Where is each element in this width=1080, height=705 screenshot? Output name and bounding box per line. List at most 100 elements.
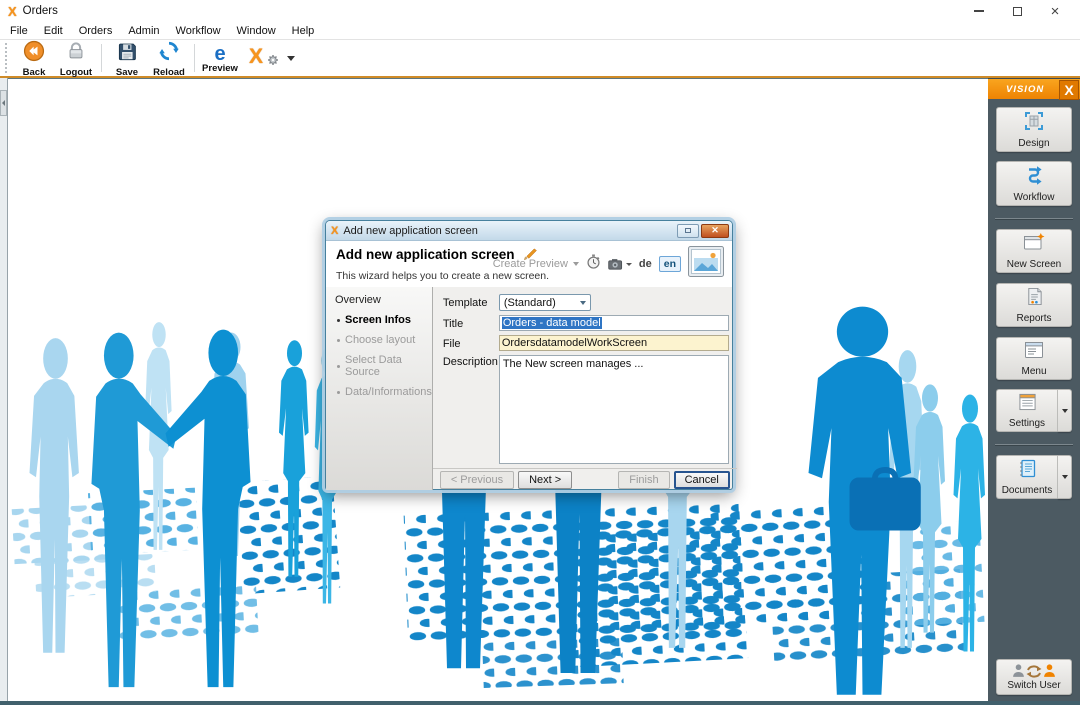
finish-button[interactable]: Finish [618,471,669,489]
window-titlebar: X Orders × [0,0,1080,22]
step-select-data-source[interactable]: Select Data Source [335,354,432,378]
dialog-title: Add new application screen [343,225,478,237]
toolbar-separator [101,44,102,72]
documents-dropdown-caret[interactable] [1058,455,1072,499]
close-button[interactable]: × [1036,0,1074,22]
new-screen-button[interactable]: New Screen [996,229,1072,273]
toolbar-separator [194,44,195,72]
step-screen-infos[interactable]: Screen Infos [335,314,432,326]
camera-dropdown[interactable] [608,258,632,271]
documents-icon [1019,459,1036,483]
menu-orders[interactable]: Orders [71,24,121,38]
step-data-informations[interactable]: Data/Informations [335,386,432,398]
save-floppy-icon [117,41,138,67]
template-label: Template [443,296,499,309]
left-splitter-handle[interactable] [0,90,7,116]
settings-button[interactable]: Settings [996,389,1058,432]
toolbar: Back Logout Save Reload e Preview X [0,40,1080,76]
menu-edit[interactable]: Edit [36,24,71,38]
toolbar-grip[interactable] [5,43,10,73]
chevron-down-icon [626,263,632,266]
dialog-titlebar[interactable]: X Add new application screen ✕ [326,221,732,241]
wizard-steps: Overview Screen Infos Choose layout Sele… [326,287,433,490]
gear-icon [267,53,279,71]
create-preview-dropdown[interactable]: Create Preview [493,258,579,270]
visionx-logo-icon: X [249,45,263,68]
minimize-button[interactable] [960,0,998,22]
sidebar-divider [995,444,1073,445]
file-input[interactable]: OrdersdatamodelWorkScreen [499,335,729,351]
preview-edge-icon: e [214,45,225,63]
description-textarea[interactable]: The New screen manages ... [499,355,729,464]
next-button[interactable]: Next > [518,471,572,489]
menu-icon [1024,341,1044,364]
save-button[interactable]: Save [106,40,148,76]
language-de-button[interactable]: de [639,258,652,270]
window-title: Orders [23,5,58,17]
stopwatch-icon[interactable] [586,254,601,274]
selected-text: Orders - data model [502,317,602,329]
switch-user-button[interactable]: Switch User [996,659,1072,695]
logout-lock-icon [65,40,87,67]
settings-dropdown-caret[interactable] [1058,389,1072,432]
menu-file[interactable]: File [4,24,36,38]
file-label: File [443,337,499,350]
title-label: Title [443,317,499,330]
menu-admin[interactable]: Admin [120,24,167,38]
design-button[interactable]: Design [996,107,1072,152]
back-icon [23,40,45,67]
chevron-down-icon [573,262,579,266]
design-icon [1024,111,1044,136]
side-panel: VISION X Design Workflow New Screen [988,78,1080,701]
dialog-app-icon: X [331,225,338,237]
wizard-footer: < Previous Next > Finish Cancel [433,468,737,490]
dialog-header: Add new application screen This wizard h… [326,241,732,287]
add-screen-dialog: X Add new application screen ✕ Add new a… [325,220,733,490]
steps-header: Overview [335,294,432,306]
workflow-button[interactable]: Workflow [996,161,1072,206]
dialog-close-button[interactable]: ✕ [701,224,729,238]
new-screen-icon [1023,233,1045,257]
description-label: Description [443,355,499,368]
dialog-heading: Add new application screen [336,247,515,262]
menu-help[interactable]: Help [284,24,323,38]
reports-icon [1025,287,1044,311]
settings-icon [1018,393,1037,416]
template-select[interactable]: (Standard) [499,294,591,311]
menu-bar: File Edit Orders Admin Workflow Window H… [0,22,1080,40]
language-en-button[interactable]: en [659,256,681,272]
step-choose-layout[interactable]: Choose layout [335,334,432,346]
maximize-button[interactable] [998,0,1036,22]
documents-button-group: Documents [996,455,1072,499]
settings-button-group: Settings [996,389,1072,432]
reports-button[interactable]: Reports [996,283,1072,327]
preview-button[interactable]: e Preview [199,40,241,76]
back-button[interactable]: Back [13,40,55,76]
app-logo-icon: X [8,4,17,19]
menu-button[interactable]: Menu [996,337,1072,380]
title-input[interactable]: Orders - data model [499,315,729,331]
cancel-button[interactable]: Cancel [674,471,730,489]
visionx-tool-button[interactable]: X [249,46,279,70]
sidebar-divider [995,218,1073,219]
screen-preview-thumbnail[interactable] [688,246,724,282]
reload-button[interactable]: Reload [148,40,190,76]
dialog-restore-button[interactable] [677,224,699,238]
menu-window[interactable]: Window [229,24,284,38]
screen-info-form: Template (Standard) Title Orders - data … [433,287,737,468]
chevron-down-icon [577,295,590,310]
left-panel-strip [0,78,8,701]
camera-icon [608,258,624,271]
toolbar-dropdown-caret[interactable] [287,56,295,61]
switch-user-icon [1012,664,1056,678]
reload-icon [158,40,180,67]
workspace: X Add new application screen ✕ Add new a… [8,78,988,701]
vision-banner: VISION X [988,79,1080,99]
workflow-icon [1024,165,1044,190]
vision-brand: VISION [1006,84,1044,95]
previous-button[interactable]: < Previous [440,471,514,489]
logout-button[interactable]: Logout [55,40,97,76]
documents-button[interactable]: Documents [996,455,1058,499]
vision-x-logo-icon: X [1059,80,1079,100]
menu-workflow[interactable]: Workflow [168,24,229,38]
